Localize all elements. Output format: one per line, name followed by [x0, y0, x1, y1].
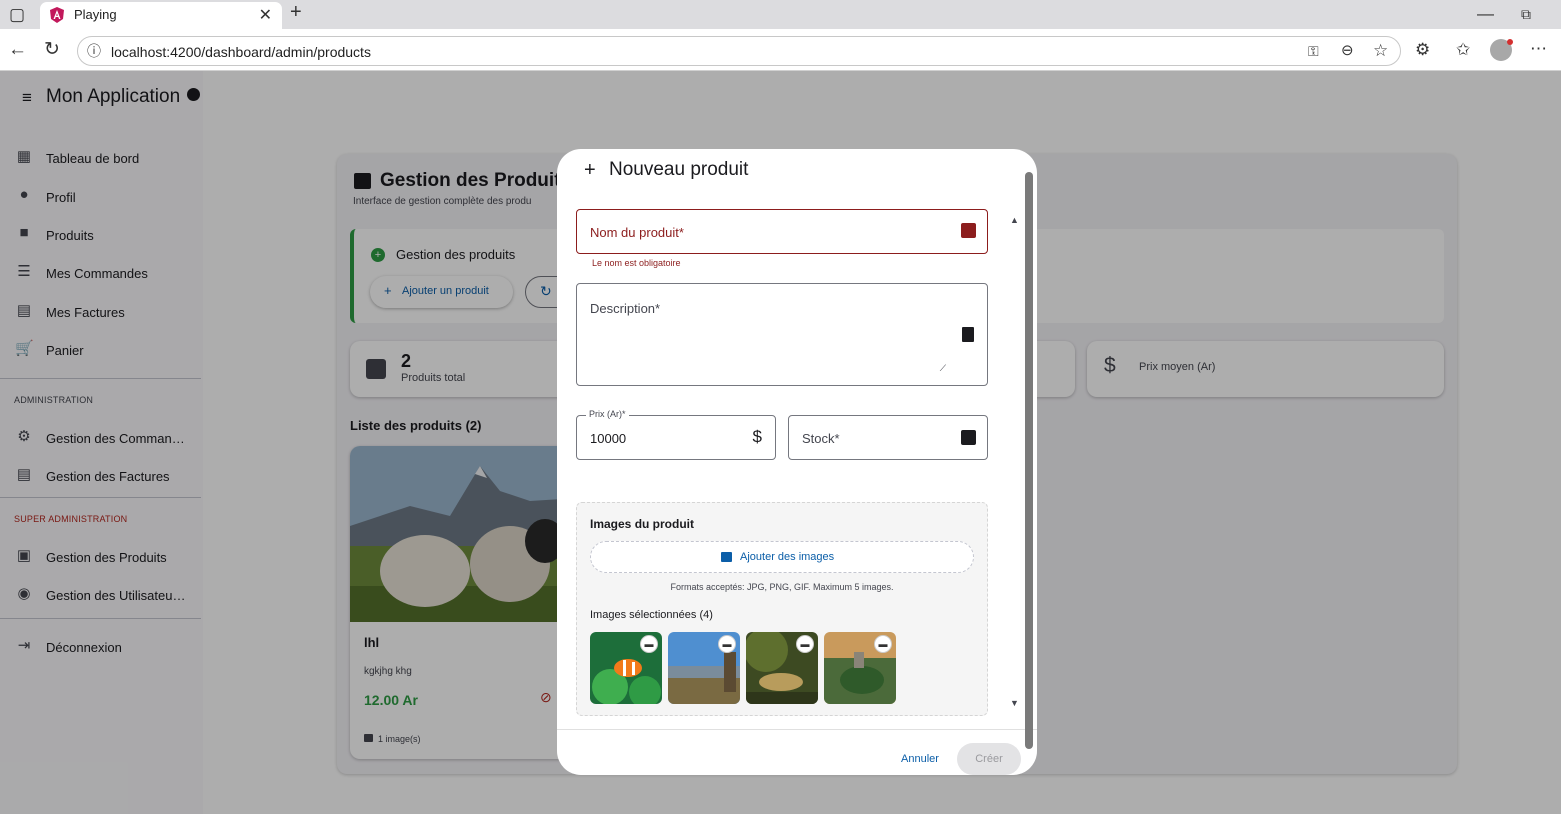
- image-thumbnail: ▬: [824, 632, 896, 704]
- images-section-title: Images du produit: [590, 517, 695, 531]
- extensions-icon[interactable]: ⚙: [1415, 41, 1430, 58]
- notification-dot: [1507, 39, 1513, 45]
- image-thumbnail: ▬: [746, 632, 818, 704]
- info-icon[interactable]: ⓘ: [87, 43, 101, 60]
- key-icon[interactable]: ⚿: [1308, 43, 1319, 60]
- page-scroll-down-icon[interactable]: ▼: [1025, 757, 1033, 766]
- add-photo-icon: [721, 552, 732, 562]
- add-images-button[interactable]: Ajouter des images: [590, 541, 974, 573]
- image-thumbnail: ▬: [590, 632, 662, 704]
- description-field[interactable]: Description* ⟋: [576, 283, 988, 386]
- create-button-label: Créer: [975, 753, 1003, 765]
- product-images-section: Images du produit Ajouter des images For…: [576, 502, 988, 716]
- more-menu-icon[interactable]: ⋯: [1530, 40, 1547, 57]
- reload-icon[interactable]: ↻: [44, 40, 60, 59]
- browser-tab-strip: ▢ Playing ✕ + — ⧉: [0, 0, 1561, 29]
- dollar-icon: $: [752, 427, 762, 446]
- add-images-label: Ajouter des images: [740, 551, 835, 563]
- back-icon[interactable]: ←: [8, 40, 27, 59]
- new-product-dialog: + Nouveau produit Nom du produit* Le nom…: [557, 149, 1037, 775]
- cancel-button[interactable]: Annuler: [901, 753, 939, 765]
- description-label: Description*: [590, 301, 661, 316]
- browser-tab[interactable]: Playing ✕: [40, 2, 282, 29]
- minimize-icon[interactable]: —: [1477, 5, 1494, 22]
- favorites-icon[interactable]: ✩: [1456, 41, 1470, 58]
- remove-image-icon[interactable]: ▬: [796, 635, 814, 653]
- new-tab-icon[interactable]: +: [290, 2, 302, 22]
- selected-images-title: Images sélectionnées (4): [590, 609, 713, 621]
- price-value: 10000: [590, 431, 627, 446]
- close-tab-icon[interactable]: ✕: [259, 5, 272, 25]
- price-field[interactable]: 10000 $: [576, 415, 776, 460]
- address-bar[interactable]: ⓘ localhost:4200/dashboard/admin/product…: [77, 36, 1401, 66]
- create-button[interactable]: Créer: [957, 743, 1021, 775]
- description-icon: [962, 327, 974, 342]
- page-scrollbar[interactable]: [1025, 172, 1033, 749]
- zoom-icon[interactable]: ⊖: [1341, 42, 1354, 59]
- remove-image-icon[interactable]: ▬: [874, 635, 892, 653]
- stock-label: Stock*: [802, 431, 840, 446]
- scroll-down-icon[interactable]: ▼: [1010, 698, 1019, 708]
- page-scroll-up-icon[interactable]: ▲: [1025, 155, 1033, 164]
- inventory-icon: [961, 223, 976, 238]
- dialog-actions-divider: [557, 729, 1037, 730]
- sidebar-toggle-icon[interactable]: ▢: [9, 6, 25, 23]
- angular-logo-icon: [50, 7, 64, 23]
- product-name-label: Nom du produit*: [590, 225, 684, 240]
- resize-handle-icon[interactable]: ⟋: [940, 363, 946, 374]
- product-name-field[interactable]: Nom du produit*: [576, 209, 988, 254]
- formats-hint: Formats acceptés: JPG, PNG, GIF. Maximum…: [670, 582, 894, 592]
- image-thumbnail: ▬: [668, 632, 740, 704]
- add-icon: +: [584, 159, 596, 181]
- stock-field[interactable]: Stock*: [788, 415, 988, 460]
- price-label: Prix (Ar)*: [586, 409, 629, 419]
- tab-title: Playing: [74, 7, 117, 22]
- favorite-star-icon[interactable]: ☆: [1373, 42, 1388, 59]
- browser-toolbar: ← ↻ ⓘ localhost:4200/dashboard/admin/pro…: [0, 29, 1561, 71]
- inventory-icon: [961, 430, 976, 445]
- restore-icon[interactable]: ⧉: [1521, 6, 1531, 23]
- dialog-title: Nouveau produit: [609, 159, 749, 180]
- scroll-up-icon[interactable]: ▲: [1010, 215, 1019, 225]
- url-text: localhost:4200/dashboard/admin/products: [111, 44, 371, 60]
- remove-image-icon[interactable]: ▬: [718, 635, 736, 653]
- remove-image-icon[interactable]: ▬: [640, 635, 658, 653]
- product-name-error: Le nom est obligatoire: [592, 258, 681, 268]
